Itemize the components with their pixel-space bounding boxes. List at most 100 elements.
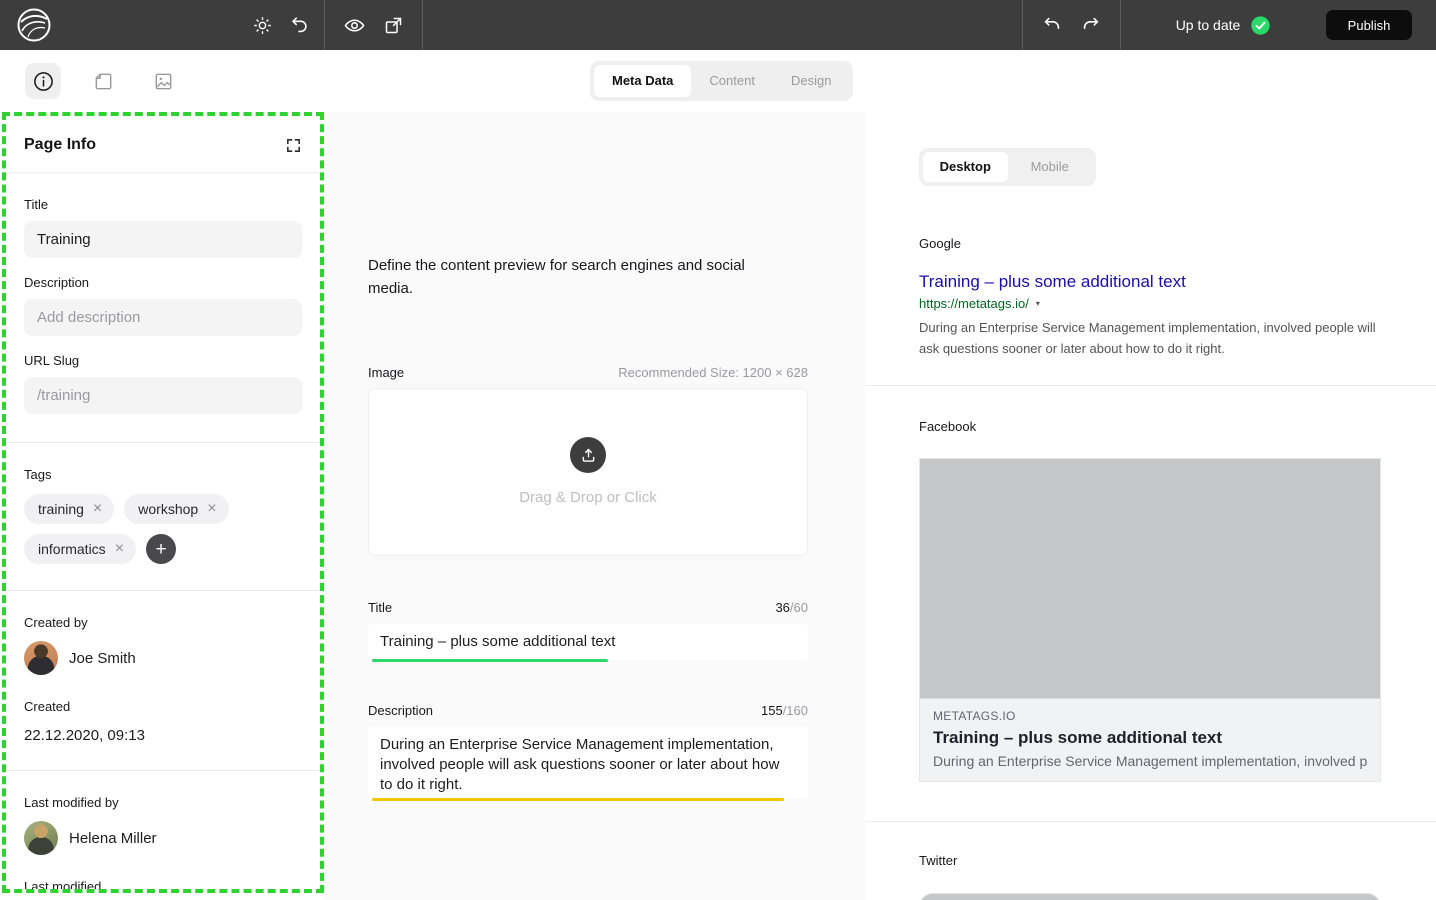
tool-page-info[interactable] (25, 63, 61, 99)
dropzone-text: Drag & Drop or Click (519, 489, 657, 506)
page-fields-section: Title Description URL Slug (6, 173, 320, 443)
page-icon (92, 70, 115, 93)
tag-label: informatics (38, 541, 106, 557)
topbar-divider (422, 0, 423, 50)
sub-toolbar: Meta Data Content Design (0, 50, 1436, 112)
title-count: 36 (775, 600, 789, 615)
title-length-indicator (372, 659, 608, 662)
url-slug-input[interactable] (24, 377, 302, 414)
undo-icon[interactable] (1041, 14, 1063, 36)
publish-button[interactable]: Publish (1326, 10, 1412, 40)
tab-design[interactable]: Design (773, 65, 849, 97)
last-modified-by-name: Helena Miller (69, 830, 157, 847)
description-counter: 155/160 (761, 703, 808, 718)
top-bar: Up to date Publish (0, 0, 1436, 50)
app-logo[interactable] (16, 7, 52, 43)
section-divider (865, 821, 1436, 822)
topbar-settings-group (238, 0, 324, 50)
title-counter: 36/60 (775, 600, 808, 615)
meta-description-label: Description (368, 703, 433, 718)
google-caret-down-icon[interactable]: ▾ (1036, 299, 1040, 308)
facebook-card: METATAGS.IO Training – plus some additio… (919, 458, 1381, 782)
facebook-domain: METATAGS.IO (933, 709, 1367, 723)
url-slug-field: URL Slug (24, 353, 302, 414)
status-text: Up to date (1176, 17, 1241, 33)
twitter-image-placeholder (919, 893, 1381, 900)
created-by-name: Joe Smith (69, 650, 136, 667)
description-label: Description (24, 275, 302, 290)
google-url-row: https://metatags.io/ ▾ (919, 296, 1436, 311)
title-input[interactable] (24, 221, 302, 258)
meta-title-wrap (368, 624, 808, 660)
image-icon (152, 70, 175, 93)
tool-pages[interactable] (85, 63, 121, 99)
avatar (24, 821, 58, 855)
view-tabs: Meta Data Content Design (590, 61, 853, 101)
google-result-description: During an Enterprise Service Management … (919, 317, 1393, 359)
meta-title-input[interactable] (368, 624, 808, 660)
page-info-header: Page Info (6, 116, 320, 173)
meta-title-label-row: Title 36/60 (368, 600, 808, 615)
title-field: Title (24, 197, 302, 258)
meta-title-label: Title (368, 600, 392, 615)
google-preview-section: Google Training – plus some additional t… (919, 235, 1436, 359)
tab-content[interactable]: Content (691, 65, 773, 97)
created-section: Created by Joe Smith Created 22.12.2020,… (6, 591, 320, 771)
tool-media[interactable] (145, 63, 181, 99)
open-external-icon[interactable] (383, 15, 404, 36)
image-label-row: Image Recommended Size: 1200 × 628 (368, 365, 808, 380)
created-by-label: Created by (24, 615, 302, 630)
meta-description-input[interactable]: During an Enterprise Service Management … (368, 727, 808, 799)
redo-icon[interactable] (1080, 14, 1102, 36)
image-label: Image (368, 365, 404, 380)
description-input[interactable] (24, 299, 302, 336)
editor-intro-text: Define the content preview for search en… (368, 254, 772, 301)
description-max: /160 (783, 703, 808, 718)
tag-training[interactable]: training × (24, 494, 114, 524)
preview-eye-icon[interactable] (343, 14, 366, 37)
tag-informatics[interactable]: informatics × (24, 534, 136, 564)
facebook-card-info: METATAGS.IO Training – plus some additio… (920, 698, 1380, 781)
info-icon (32, 70, 55, 93)
created-by-row: Joe Smith (24, 641, 302, 675)
facebook-description: During an Enterprise Service Management … (933, 753, 1367, 769)
created-label: Created (24, 699, 302, 714)
logo-swirl-icon (16, 7, 52, 43)
google-section-label: Google (919, 236, 961, 251)
topbar-view-group (325, 0, 422, 50)
facebook-title: Training – plus some additional text (933, 728, 1367, 748)
tag-workshop[interactable]: workshop × (124, 494, 228, 524)
toggle-mobile[interactable]: Mobile (1008, 152, 1093, 182)
settings-gear-icon[interactable] (252, 15, 273, 36)
remove-tag-icon[interactable]: × (115, 541, 124, 557)
main-area: Page Info Title Description URL Slug (0, 112, 1436, 900)
page-info-panel: Page Info Title Description URL Slug (2, 112, 324, 893)
tag-label: workshop (138, 501, 198, 517)
modified-section: Last modified by Helena Miller Last modi… (6, 771, 320, 893)
undo-redo-group (1023, 0, 1120, 50)
tag-label: training (38, 501, 84, 517)
meta-description-wrap: During an Enterprise Service Management … (368, 727, 808, 799)
twitter-section-label: Twitter (919, 853, 957, 868)
add-tag-button[interactable]: + (146, 534, 176, 564)
section-divider (865, 385, 1436, 386)
title-label: Title (24, 197, 302, 212)
meta-description-label-row: Description 155/160 (368, 703, 808, 718)
facebook-image-placeholder (920, 459, 1380, 698)
facebook-preview-section: Facebook METATAGS.IO Training – plus som… (919, 418, 1436, 782)
facebook-section-label: Facebook (919, 419, 976, 434)
panel-title: Page Info (24, 136, 96, 154)
remove-tag-icon[interactable]: × (207, 501, 216, 517)
created-value: 22.12.2020, 09:13 (24, 727, 302, 744)
image-dropzone[interactable]: Drag & Drop or Click (368, 388, 808, 556)
tab-meta-data[interactable]: Meta Data (594, 65, 691, 97)
revert-arrow-icon[interactable] (288, 14, 310, 36)
google-result-title[interactable]: Training – plus some additional text (919, 272, 1436, 292)
last-modified-by-label: Last modified by (24, 795, 302, 810)
title-max: /60 (790, 600, 808, 615)
expand-icon[interactable] (285, 137, 302, 154)
preview-column: Desktop Mobile Google Training – plus so… (865, 112, 1436, 900)
device-toggle: Desktop Mobile (919, 148, 1096, 186)
toggle-desktop[interactable]: Desktop (923, 152, 1008, 182)
remove-tag-icon[interactable]: × (93, 501, 102, 517)
